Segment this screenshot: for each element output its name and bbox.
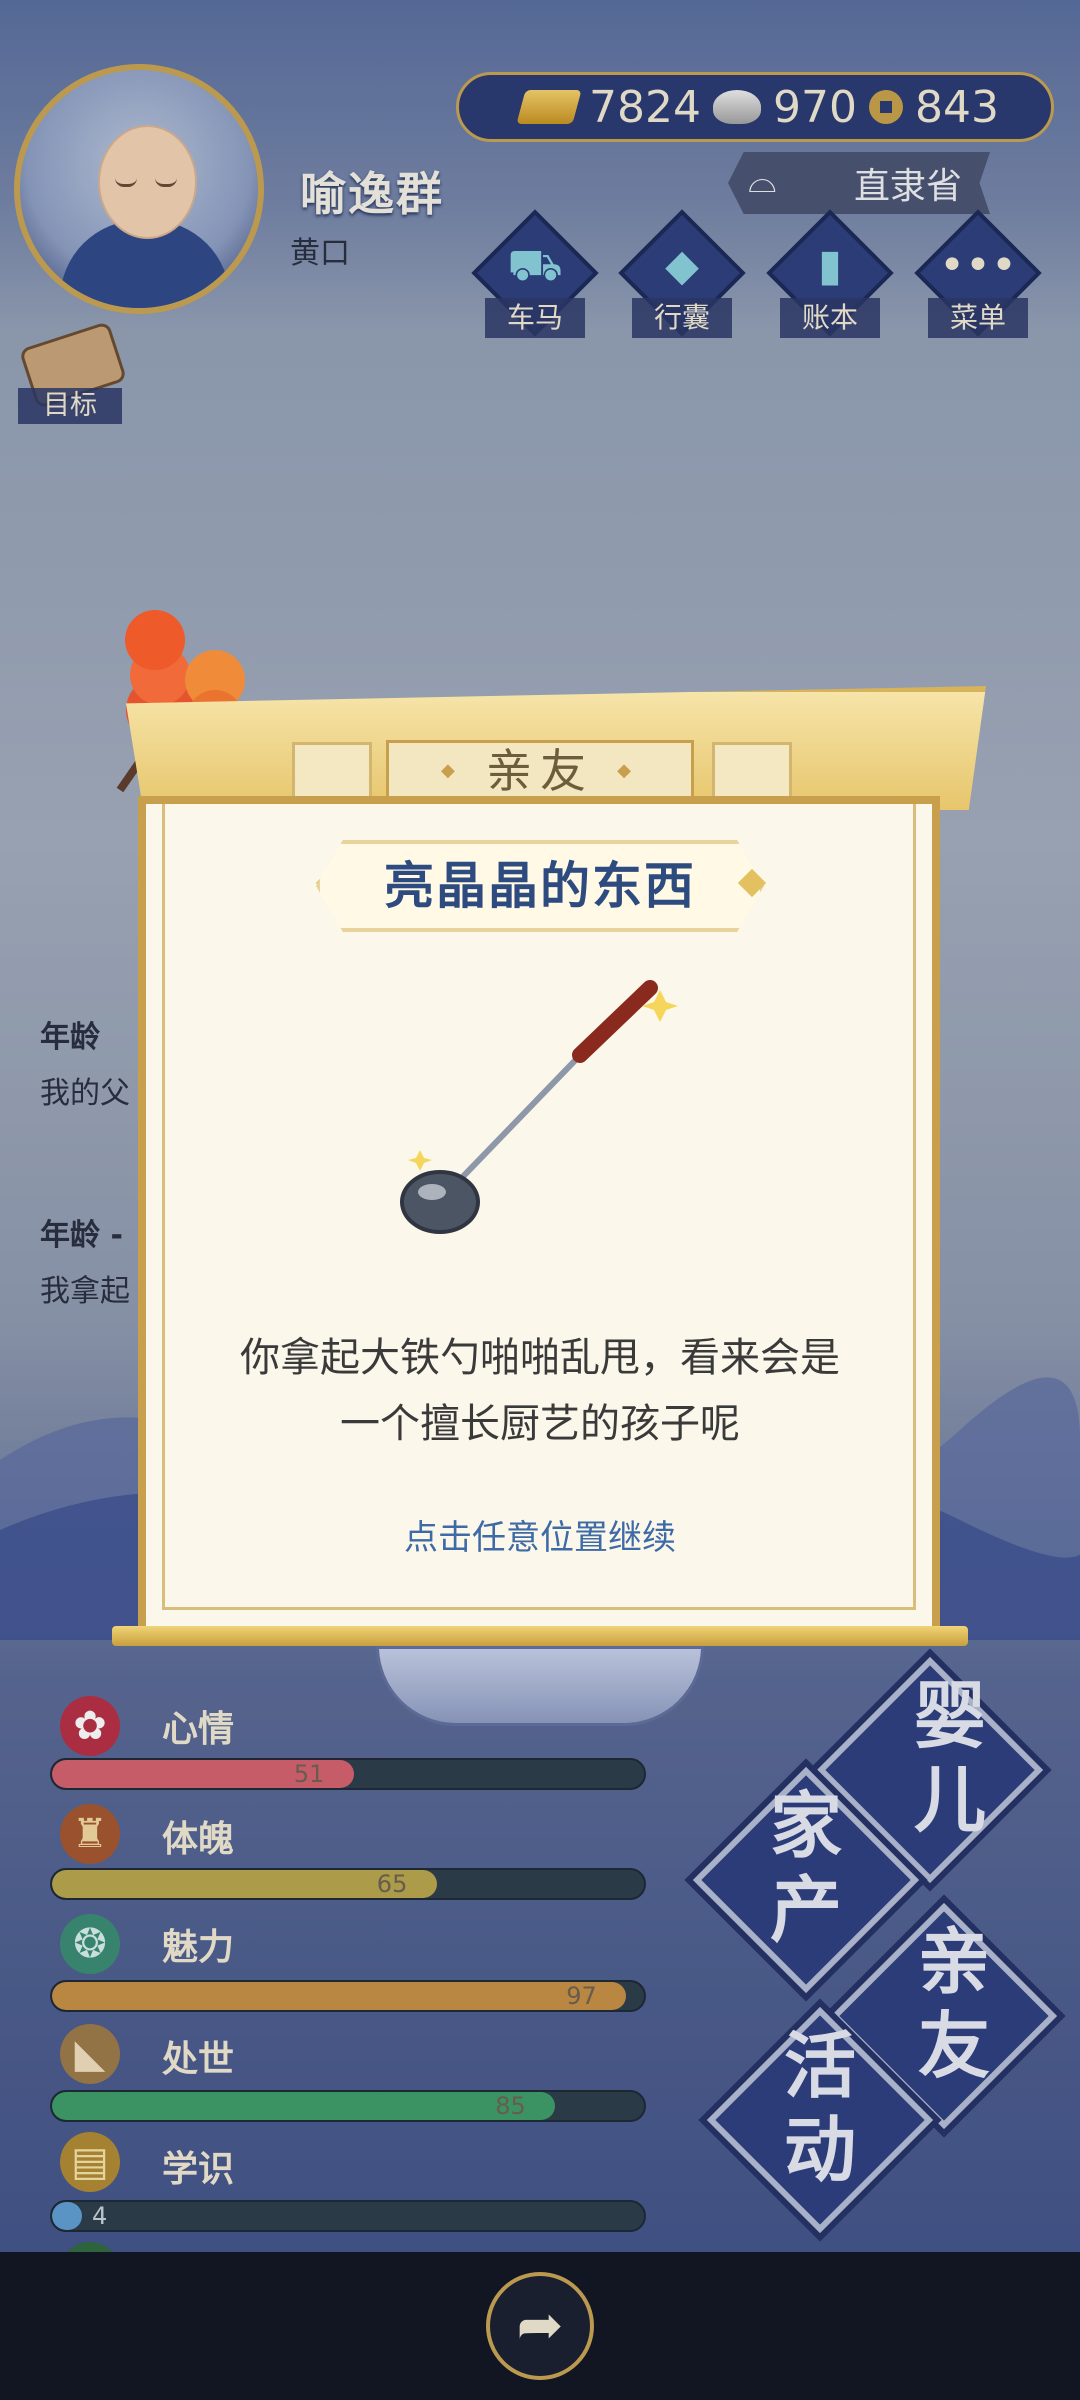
dialog-bottom-ornament bbox=[376, 1646, 704, 1726]
dialog-description-line-2: 一个擅长厨艺的孩子呢 bbox=[340, 1401, 740, 1447]
dialog-title: 亮晶晶的东西 bbox=[316, 840, 764, 932]
dialog-description-line-1: 你拿起大铁勺啪啪乱甩，看来会是 bbox=[240, 1335, 840, 1381]
dialog-category-tab: 亲友 bbox=[386, 740, 694, 802]
header-plaque-right bbox=[712, 742, 792, 800]
dialog-description: 你拿起大铁勺啪啪乱甩，看来会是 一个擅长厨艺的孩子呢 bbox=[180, 1325, 900, 1457]
ladle-icon bbox=[400, 980, 678, 1234]
continue-hint[interactable]: 点击任意位置继续 bbox=[240, 1510, 840, 1559]
dialog-base-rail bbox=[112, 1626, 968, 1646]
header-plaque-left bbox=[292, 742, 372, 800]
